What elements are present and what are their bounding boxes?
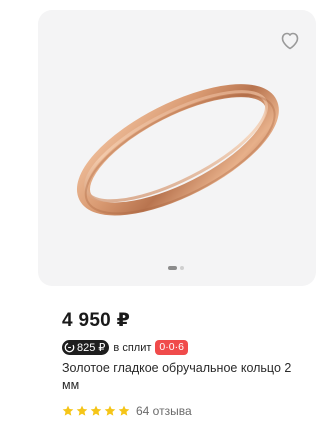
- split-icon: [64, 342, 75, 353]
- star-icon: [90, 405, 102, 416]
- split-badge: 0·0·6: [155, 340, 188, 355]
- star-icon: [62, 405, 74, 416]
- split-offer[interactable]: 825 ₽ в сплит 0·0·6: [62, 340, 188, 355]
- heart-icon[interactable]: [278, 28, 302, 52]
- split-label: в сплит: [113, 341, 152, 354]
- rating[interactable]: 64 отзыва: [62, 404, 192, 418]
- product-image-area[interactable]: [38, 10, 316, 286]
- rating-stars: [62, 405, 130, 417]
- star-icon: [118, 405, 130, 416]
- star-icon: [76, 405, 88, 416]
- split-amount: 825 ₽: [77, 342, 106, 354]
- product-image: [76, 84, 279, 216]
- star-icon: [104, 405, 116, 416]
- product-card[interactable]: 4 950 ₽ 825 ₽ в сплит 0·0·6 Золотое глад…: [38, 10, 316, 430]
- reviews-count[interactable]: 64 отзыва: [136, 404, 192, 418]
- gallery-pagination: [168, 266, 184, 270]
- product-title[interactable]: Золотое гладкое обручальное кольцо 2 мм: [62, 360, 292, 394]
- gallery-dot-active[interactable]: [168, 266, 177, 270]
- product-price: 4 950 ₽: [62, 310, 131, 331]
- gallery-dot[interactable]: [180, 266, 184, 270]
- split-amount-pill: 825 ₽: [62, 340, 110, 355]
